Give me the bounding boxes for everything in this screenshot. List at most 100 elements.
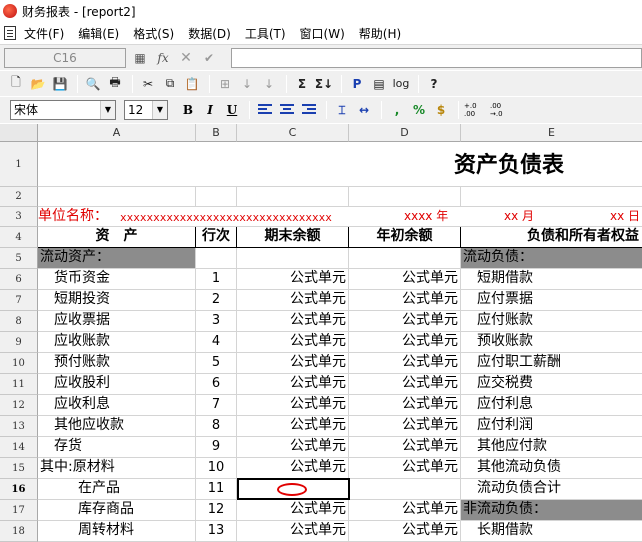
liability-name-cell[interactable]: 应付职工薪酬 bbox=[461, 353, 642, 374]
select-all-corner[interactable] bbox=[0, 124, 38, 142]
row-header[interactable]: 11 bbox=[0, 374, 38, 395]
end-balance-cell[interactable]: 公式单元 bbox=[237, 353, 349, 374]
begin-balance-cell[interactable]: 公式单元 bbox=[349, 311, 461, 332]
row-no-cell[interactable]: 5 bbox=[196, 353, 237, 374]
row-no-cell[interactable]: 2 bbox=[196, 290, 237, 311]
chevron-down-icon[interactable]: ▼ bbox=[100, 101, 115, 119]
menu-tools[interactable]: 工具(T) bbox=[245, 25, 286, 42]
begin-balance-cell[interactable]: 公式单元 bbox=[349, 269, 461, 290]
asset-name-cell[interactable]: 应收股利 bbox=[38, 374, 196, 395]
liability-name-cell[interactable]: 应交税费 bbox=[461, 374, 642, 395]
row-no-cell[interactable]: 3 bbox=[196, 311, 237, 332]
row-header[interactable]: 18 bbox=[0, 521, 38, 542]
liability-name-cell[interactable]: 短期借款 bbox=[461, 269, 642, 290]
header-row-no[interactable]: 行次 bbox=[196, 227, 237, 248]
header-liability[interactable]: 负债和所有者权益 bbox=[461, 227, 642, 248]
row-header[interactable]: 14 bbox=[0, 437, 38, 458]
align-left-button[interactable] bbox=[255, 100, 275, 120]
asset-name-cell[interactable]: 其他应收款 bbox=[38, 416, 196, 437]
begin-balance-cell[interactable]: 公式单元 bbox=[349, 353, 461, 374]
row-no-cell[interactable]: 10 bbox=[196, 458, 237, 479]
asset-name-cell[interactable]: 预付账款 bbox=[38, 353, 196, 374]
print-icon[interactable]: 🖶 bbox=[105, 74, 125, 94]
comma-style-button[interactable]: , bbox=[387, 100, 407, 120]
cell[interactable] bbox=[196, 187, 237, 207]
end-balance-cell[interactable]: 公式单元 bbox=[237, 521, 349, 542]
log-icon[interactable]: log bbox=[391, 74, 411, 94]
row-header[interactable]: 2 bbox=[0, 187, 38, 207]
asset-name-cell[interactable]: 在产品 bbox=[38, 479, 196, 500]
row-header[interactable]: 12 bbox=[0, 395, 38, 416]
insert-row-icon[interactable]: ⊞ bbox=[215, 74, 235, 94]
asset-name-cell[interactable]: 周转材料 bbox=[38, 521, 196, 542]
asset-name-cell[interactable]: 短期投资 bbox=[38, 290, 196, 311]
liability-name-cell[interactable]: 应付账款 bbox=[461, 311, 642, 332]
align-center-button[interactable] bbox=[277, 100, 297, 120]
liability-name-cell[interactable]: 预收账款 bbox=[461, 332, 642, 353]
selected-cell-c16[interactable] bbox=[237, 478, 350, 500]
begin-balance-cell[interactable]: 公式单元 bbox=[349, 458, 461, 479]
column-header-a[interactable]: A bbox=[38, 124, 196, 142]
asset-name-cell[interactable]: 存货 bbox=[38, 437, 196, 458]
cell-reference-box[interactable]: C16 bbox=[4, 47, 126, 68]
underline-button[interactable]: U bbox=[222, 100, 242, 120]
italic-button[interactable]: I bbox=[200, 100, 220, 120]
begin-balance-cell[interactable] bbox=[349, 479, 461, 500]
liability-name-cell[interactable]: 应付利息 bbox=[461, 395, 642, 416]
function-icon[interactable]: fx bbox=[154, 49, 172, 67]
section-noncurrent-liabilities[interactable]: 非流动负债： bbox=[461, 500, 642, 521]
row-header[interactable]: 17 bbox=[0, 500, 38, 521]
asset-name-cell[interactable]: 其中:原材料 bbox=[38, 458, 196, 479]
end-balance-cell[interactable]: 公式单元 bbox=[237, 374, 349, 395]
begin-balance-cell[interactable]: 公式单元 bbox=[349, 500, 461, 521]
title-cell[interactable]: 资产负债表 bbox=[38, 142, 642, 187]
row-header-active[interactable]: 16 bbox=[0, 479, 38, 500]
menu-format[interactable]: 格式(S) bbox=[133, 25, 174, 42]
asset-name-cell[interactable]: 库存商品 bbox=[38, 500, 196, 521]
row-no-cell[interactable]: 1 bbox=[196, 269, 237, 290]
cell[interactable] bbox=[237, 187, 349, 207]
header-asset[interactable]: 资 产 bbox=[38, 227, 196, 248]
unit-row[interactable]: 单位名称： xxxxxxxxxxxxxxxxxxxxxxxxxxxxxxxx x… bbox=[38, 207, 642, 227]
sum-icon[interactable]: Σ bbox=[292, 74, 312, 94]
sort-desc-icon[interactable]: ↓ bbox=[259, 74, 279, 94]
paste-icon[interactable]: 📋 bbox=[182, 74, 202, 94]
row-no-cell[interactable]: 4 bbox=[196, 332, 237, 353]
asset-name-cell[interactable]: 应收票据 bbox=[38, 311, 196, 332]
liability-name-cell[interactable]: 其他应付款 bbox=[461, 437, 642, 458]
row-header[interactable]: 9 bbox=[0, 332, 38, 353]
liability-name-cell[interactable]: 长期借款 bbox=[461, 521, 642, 542]
menu-window[interactable]: 窗口(W) bbox=[300, 25, 345, 42]
vertical-align-button[interactable]: ⌶ bbox=[332, 100, 352, 120]
liability-name-cell[interactable]: 流动负债合计 bbox=[461, 479, 642, 500]
font-size-select[interactable]: 12 ▼ bbox=[124, 100, 168, 120]
end-balance-cell[interactable]: 公式单元 bbox=[237, 500, 349, 521]
begin-balance-cell[interactable]: 公式单元 bbox=[349, 374, 461, 395]
section-current-assets[interactable]: 流动资产： bbox=[38, 248, 196, 269]
chevron-down-icon[interactable]: ▼ bbox=[152, 101, 167, 119]
print-preview-icon[interactable]: 🔍 bbox=[83, 74, 103, 94]
cell[interactable] bbox=[461, 187, 642, 207]
row-no-cell[interactable]: 11 bbox=[196, 479, 237, 500]
begin-balance-cell[interactable]: 公式单元 bbox=[349, 416, 461, 437]
sort-asc-icon[interactable]: ↓ bbox=[237, 74, 257, 94]
open-folder-icon[interactable]: 📂 bbox=[28, 74, 48, 94]
row-no-cell[interactable]: 9 bbox=[196, 437, 237, 458]
property-icon[interactable]: P bbox=[347, 74, 367, 94]
currency-style-button[interactable]: $ bbox=[431, 100, 451, 120]
row-header[interactable]: 15 bbox=[0, 458, 38, 479]
asset-name-cell[interactable]: 应收利息 bbox=[38, 395, 196, 416]
row-header[interactable]: 5 bbox=[0, 248, 38, 269]
row-header[interactable]: 13 bbox=[0, 416, 38, 437]
end-balance-cell[interactable]: 公式单元 bbox=[237, 332, 349, 353]
header-begin-balance[interactable]: 年初余额 bbox=[349, 227, 461, 248]
help-pointer-icon[interactable]: ? bbox=[424, 74, 444, 94]
end-balance-cell[interactable]: 公式单元 bbox=[237, 311, 349, 332]
cell[interactable] bbox=[237, 248, 349, 269]
end-balance-cell[interactable]: 公式单元 bbox=[237, 458, 349, 479]
cell[interactable] bbox=[349, 187, 461, 207]
new-file-icon[interactable]: 🗋 bbox=[6, 74, 26, 94]
row-header[interactable]: 10 bbox=[0, 353, 38, 374]
sum-column-icon[interactable]: Σ↓ bbox=[314, 74, 334, 94]
row-header[interactable]: 7 bbox=[0, 290, 38, 311]
